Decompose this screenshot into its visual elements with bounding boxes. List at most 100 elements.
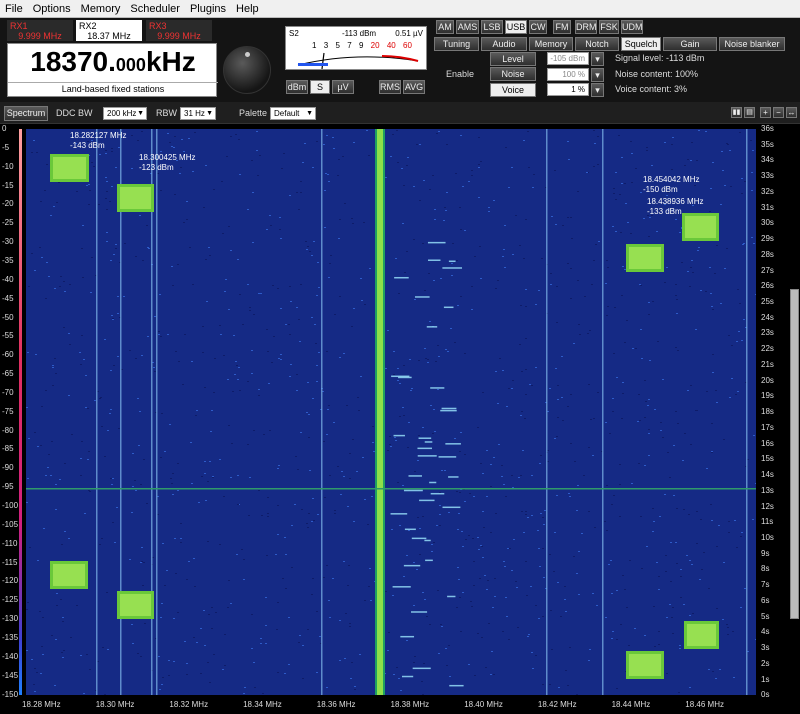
noise-speck [291, 525, 293, 526]
mode-usb-button[interactable]: USB [505, 20, 527, 34]
meter-rms-button[interactable]: RMS [379, 80, 401, 94]
noise-speck [56, 593, 58, 594]
noise-speck [478, 164, 480, 165]
noise-speck [593, 418, 595, 419]
noise-speck [52, 385, 54, 386]
noise-speck [91, 162, 93, 163]
rx2-tab[interactable]: RX2 18.37 MHz [76, 20, 142, 41]
noise-speck [225, 279, 227, 280]
noise-speck [182, 384, 184, 385]
noise-speck [519, 344, 521, 345]
noise-speck [706, 468, 708, 469]
mode-lsb-button[interactable]: LSB [481, 20, 503, 34]
noise-speck [543, 524, 545, 525]
mode-cw-button[interactable]: CW [529, 20, 547, 34]
zoom-out-icon[interactable]: − [773, 107, 784, 118]
menu-plugins[interactable]: Plugins [185, 3, 231, 15]
zoom-in-icon[interactable]: + [760, 107, 771, 118]
save-icon[interactable]: ▤ [744, 107, 755, 118]
squelch-level-button[interactable]: Level [490, 52, 536, 66]
squelch-level-arrow[interactable]: ▾ [591, 52, 604, 66]
menu-help[interactable]: Help [231, 3, 264, 15]
noise-speck [640, 192, 642, 193]
noise-speck [316, 141, 318, 142]
noise-speck [689, 615, 691, 616]
noise-speck [175, 573, 177, 574]
noise-speck [532, 668, 534, 669]
mode-fm-button[interactable]: FM [553, 20, 571, 34]
waterfall-display[interactable]: 18.282127 MHz -143 dBm 18.300425 MHz -123 d… [26, 129, 756, 695]
noise-speck [306, 249, 308, 250]
noise-speck [399, 525, 401, 526]
noise-speck [105, 177, 107, 178]
noise-speck [241, 549, 243, 550]
meter-s-button[interactable]: S [310, 80, 330, 94]
mode-drm-button[interactable]: DRM [575, 20, 597, 34]
time-tick-label: 6s [761, 595, 770, 605]
squelch-noise-field[interactable]: 100 % [547, 68, 589, 81]
meter-dbm-button[interactable]: dBm [286, 80, 308, 94]
rx1-tab[interactable]: RX1 9.999 MHz [7, 20, 73, 41]
tuning-knob[interactable] [223, 46, 271, 94]
noise-speck [638, 463, 640, 464]
squelch-noise-button[interactable]: Noise [490, 67, 536, 81]
noise-speck [732, 631, 734, 632]
noise-speck [751, 190, 753, 191]
zoom-fit-icon[interactable]: ↔ [786, 107, 797, 118]
noise-speck [147, 247, 149, 248]
tab-gain[interactable]: Gain [663, 37, 717, 51]
squelch-voice-field[interactable]: 1 % [547, 83, 589, 96]
noise-speck [80, 475, 82, 476]
noise-speck [515, 581, 517, 582]
squelch-voice-button[interactable]: Voice [490, 83, 536, 97]
noise-speck [88, 204, 90, 205]
mode-udm-button[interactable]: UDM [621, 20, 643, 34]
rx3-tab[interactable]: RX3 9.999 MHz [146, 20, 212, 41]
mode-am-button[interactable]: AM [436, 20, 454, 34]
noise-speck [82, 277, 84, 278]
spectrum-button[interactable]: Spectrum [4, 106, 48, 121]
noise-speck [80, 458, 82, 459]
noise-speck [692, 613, 694, 614]
mode-ams-button[interactable]: AMS [456, 20, 479, 34]
tab-audio[interactable]: Audio [481, 37, 527, 51]
meter-uv-button[interactable]: µV [332, 80, 354, 94]
ddc-bw-select[interactable]: 200 kHz [103, 107, 147, 120]
meter-avg-button[interactable]: AVG [403, 80, 425, 94]
menu-memory[interactable]: Memory [76, 3, 126, 15]
frequency-display[interactable]: 18370.000kHz Land-based fixed stations [7, 43, 218, 97]
squelch-level-field[interactable]: -105 dBm [547, 52, 589, 65]
menu-file[interactable]: File [0, 3, 28, 15]
noise-speck [45, 390, 47, 391]
mode-fsk-button[interactable]: FSK [599, 20, 619, 34]
noise-speck [620, 624, 622, 625]
rbw-select[interactable]: 31 Hz [180, 107, 216, 120]
marker-frequency: 18.438936 MHz [647, 197, 704, 206]
waterfall-scrollbar[interactable] [790, 289, 799, 619]
tab-notch[interactable]: Notch [575, 37, 619, 51]
tab-memory[interactable]: Memory [529, 37, 573, 51]
carrier-line [602, 129, 604, 695]
noise-speck [115, 248, 117, 249]
noise-speck [722, 619, 724, 620]
noise-speck [533, 174, 535, 175]
noise-speck [419, 528, 421, 529]
noise-speck [329, 617, 331, 618]
squelch-noise-arrow[interactable]: ▾ [591, 68, 604, 82]
noise-speck [535, 605, 537, 606]
noise-speck [344, 203, 346, 204]
noise-speck [648, 433, 650, 434]
noise-speck [720, 204, 722, 205]
palette-select[interactable]: Default [270, 107, 316, 120]
noise-speck [284, 673, 286, 674]
menu-options[interactable]: Options [28, 3, 76, 15]
squelch-voice-arrow[interactable]: ▾ [591, 83, 604, 97]
menu-scheduler[interactable]: Scheduler [125, 3, 185, 15]
tab-noise-blanker[interactable]: Noise blanker [719, 37, 785, 51]
tab-squelch[interactable]: Squelch [621, 37, 661, 51]
noise-speck [567, 217, 569, 218]
noise-speck [428, 273, 430, 274]
tab-tuning[interactable]: Tuning [434, 37, 479, 51]
noise-speck [643, 218, 645, 219]
pause-icon[interactable]: ▮▮ [731, 107, 742, 118]
